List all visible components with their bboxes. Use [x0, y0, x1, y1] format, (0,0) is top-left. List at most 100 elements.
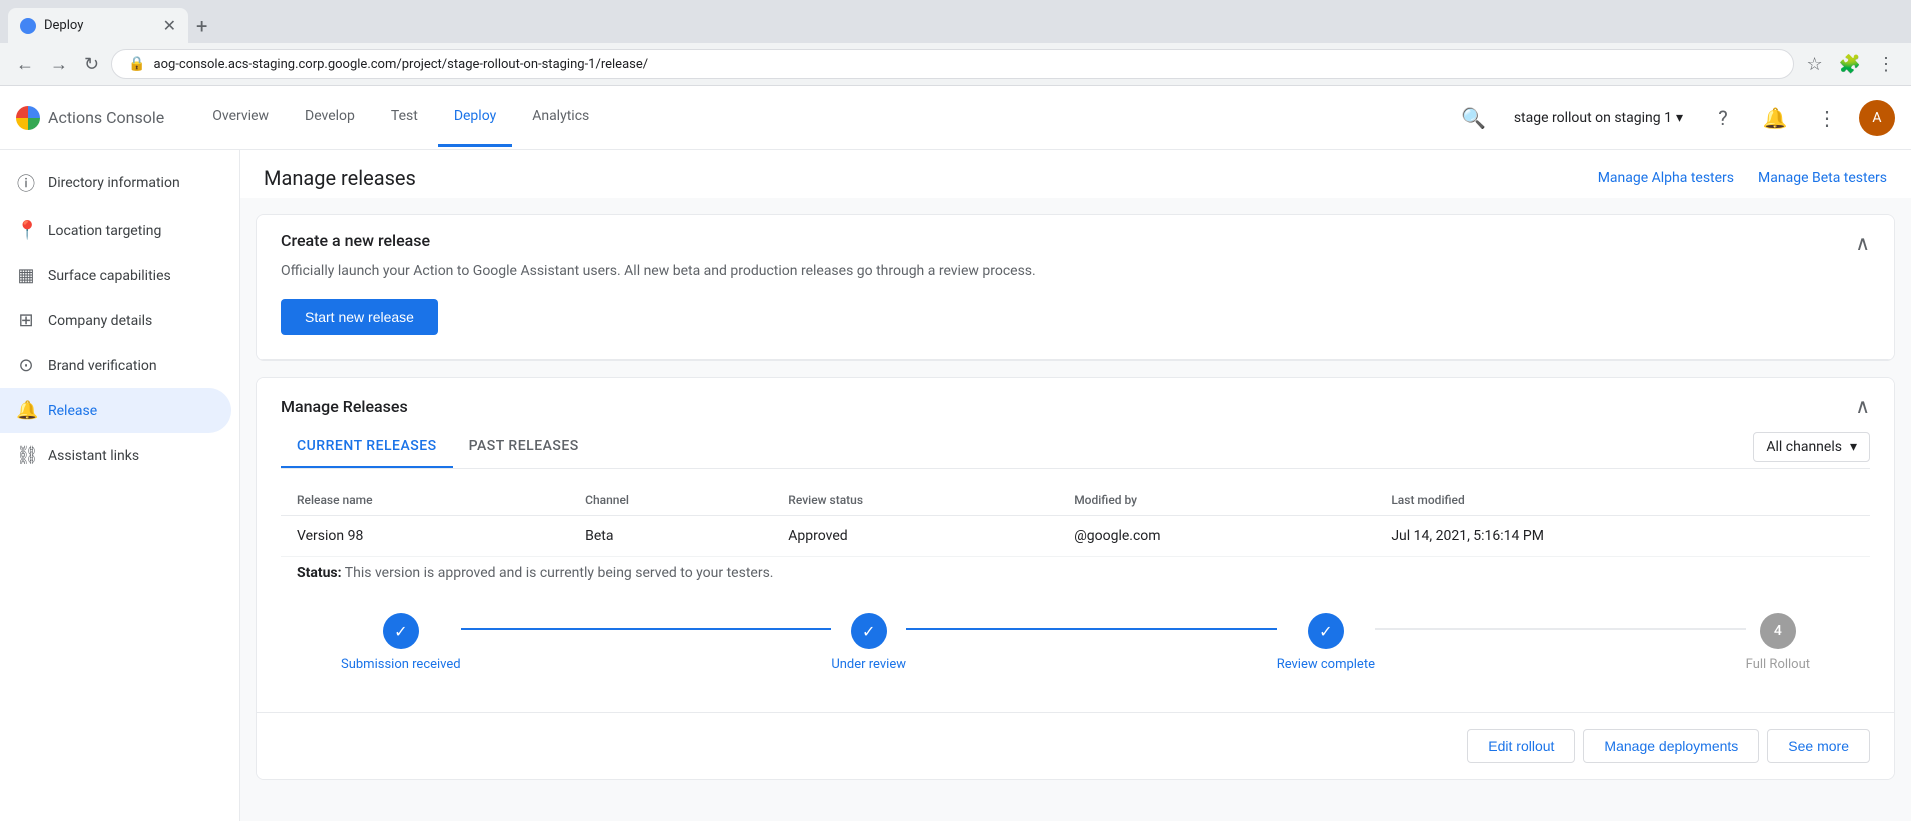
edit-rollout-button[interactable]: Edit rollout: [1467, 729, 1575, 763]
manage-title-row: Manage Releases ∧: [281, 378, 1870, 426]
nav-right: 🔍 stage rollout on staging 1 ▾ ? 🔔 ⋮ A: [1454, 98, 1895, 138]
nav-overview[interactable]: Overview: [196, 88, 285, 147]
create-release-section: Create a new release ∧ Officially launch…: [256, 214, 1895, 361]
sidebar-item-surface-capabilities[interactable]: ▦ Surface capabilities: [0, 253, 231, 298]
cell-modified-by: @google.com: [1058, 516, 1375, 557]
timeline-step-submission: ✓ Submission received: [341, 613, 461, 672]
cell-release-name: Version 98: [281, 516, 569, 557]
cell-channel: Beta: [569, 516, 772, 557]
sidebar-item-directory-information[interactable]: ⓘ Directory information: [0, 158, 231, 208]
step-label-review: Under review: [831, 657, 906, 672]
project-selector[interactable]: stage rollout on staging 1 ▾: [1506, 102, 1691, 134]
top-nav: Actions Console Overview Develop Test De…: [0, 86, 1911, 150]
create-release-collapse-icon[interactable]: ∧: [1855, 231, 1870, 255]
step-label-fullrollout: Full Rollout: [1746, 657, 1810, 672]
new-tab-button[interactable]: +: [188, 10, 215, 42]
tab-bar: Deploy ✕ +: [0, 0, 1911, 43]
manage-alpha-testers-link[interactable]: Manage Alpha testers: [1598, 170, 1734, 186]
tabs-row: CURRENT RELEASES PAST RELEASES All chann…: [281, 426, 1870, 469]
tab-favicon: [20, 18, 36, 34]
page-title: Manage releases: [264, 166, 416, 190]
extension-icon[interactable]: 🧩: [1835, 50, 1865, 79]
create-release-description: Officially launch your Action to Google …: [281, 263, 1870, 279]
create-release-header: Create a new release ∧: [281, 215, 1870, 263]
link-icon: ⛓: [16, 445, 36, 466]
table-row[interactable]: Version 98 Beta Approved @google.com Jul…: [281, 516, 1870, 557]
step-circle-review: ✓: [851, 613, 887, 649]
timeline-line-1: [461, 628, 832, 630]
col-modified-by: Modified by: [1058, 485, 1375, 516]
step-label-submission: Submission received: [341, 657, 461, 672]
sidebar-item-location-targeting[interactable]: 📍 Location targeting: [0, 208, 231, 253]
refresh-button[interactable]: ↻: [80, 50, 103, 79]
main-content: Manage releases Manage Alpha testers Man…: [240, 150, 1911, 821]
status-label: Status:: [297, 565, 342, 581]
url-bar[interactable]: 🔒 aog-console.acs-staging.corp.google.co…: [111, 49, 1794, 79]
menu-icon[interactable]: ⋮: [1873, 50, 1899, 79]
more-options-button[interactable]: ⋮: [1807, 98, 1847, 138]
sidebar-item-company-details[interactable]: ⊞ Company details: [0, 298, 231, 343]
step-check-icon-review: ✓: [862, 622, 875, 641]
back-button[interactable]: ←: [12, 50, 38, 79]
status-row: Status: This version is approved and is …: [281, 557, 1870, 589]
manage-deployments-button[interactable]: Manage deployments: [1583, 729, 1759, 763]
timeline-line-2: [906, 628, 1277, 630]
timeline-line-3: [1375, 628, 1746, 630]
create-release-title: Create a new release: [281, 231, 430, 250]
app-container: Actions Console Overview Develop Test De…: [0, 86, 1911, 821]
tab-close-button[interactable]: ✕: [163, 16, 176, 35]
see-more-button[interactable]: See more: [1767, 729, 1870, 763]
step-circle-complete: ✓: [1308, 613, 1344, 649]
cell-review-status: Approved: [772, 516, 1058, 557]
company-icon: ⊞: [16, 310, 36, 331]
sidebar-item-assistant-links[interactable]: ⛓ Assistant links: [0, 433, 231, 478]
nav-analytics[interactable]: Analytics: [516, 88, 605, 147]
col-review-status: Review status: [772, 485, 1058, 516]
shield-icon: ⊙: [16, 355, 36, 376]
channel-filter-chevron: ▾: [1850, 439, 1857, 455]
channel-filter[interactable]: All channels ▾: [1753, 432, 1870, 462]
manage-releases-collapse-icon[interactable]: ∧: [1855, 394, 1870, 418]
step-number-fullrollout: 4: [1774, 623, 1782, 639]
bookmark-icon[interactable]: ☆: [1802, 50, 1826, 79]
manage-beta-testers-link[interactable]: Manage Beta testers: [1758, 170, 1887, 186]
app-name: Actions Console: [48, 108, 164, 127]
help-button[interactable]: ?: [1703, 98, 1743, 138]
col-last-modified: Last modified: [1375, 485, 1870, 516]
notifications-button[interactable]: 🔔: [1755, 98, 1795, 138]
channel-filter-label: All channels: [1766, 439, 1842, 455]
page-header-links: Manage Alpha testers Manage Beta testers: [1598, 170, 1887, 186]
project-name: stage rollout on staging 1: [1514, 110, 1672, 126]
nav-test[interactable]: Test: [375, 88, 434, 147]
forward-button[interactable]: →: [46, 50, 72, 79]
sidebar-label-brand-verification: Brand verification: [48, 358, 157, 374]
step-check-icon-complete: ✓: [1319, 622, 1332, 641]
browser-tab[interactable]: Deploy ✕: [8, 8, 188, 43]
project-chevron-icon: ▾: [1676, 110, 1683, 126]
timeline-step-review: ✓ Under review: [831, 613, 906, 672]
step-circle-fullrollout: 4: [1760, 613, 1796, 649]
timeline-step-fullrollout: 4 Full Rollout: [1746, 613, 1810, 672]
toolbar-icons: ☆ 🧩 ⋮: [1802, 50, 1899, 79]
tab-past-releases[interactable]: PAST RELEASES: [453, 426, 595, 468]
location-icon: 📍: [16, 220, 36, 241]
col-channel: Channel: [569, 485, 772, 516]
google-logo: [16, 106, 40, 130]
table-header-row: Release name Channel Review status Modif…: [281, 485, 1870, 516]
manage-releases-title: Manage Releases: [281, 397, 408, 416]
action-buttons-row: Edit rollout Manage deployments See more: [257, 712, 1894, 779]
search-button[interactable]: 🔍: [1454, 98, 1494, 138]
step-check-icon-submission: ✓: [394, 622, 407, 641]
sidebar-item-release[interactable]: 🔔 Release: [0, 388, 231, 433]
sidebar-item-brand-verification[interactable]: ⊙ Brand verification: [0, 343, 231, 388]
nav-develop[interactable]: Develop: [289, 88, 371, 147]
nav-deploy[interactable]: Deploy: [438, 88, 512, 147]
sidebar-label-company-details: Company details: [48, 313, 152, 329]
status-text: This version is approved and is currentl…: [345, 565, 774, 581]
avatar[interactable]: A: [1859, 100, 1895, 136]
tab-title: Deploy: [44, 18, 83, 33]
create-release-content: Create a new release ∧ Officially launch…: [257, 215, 1894, 360]
url-text: aog-console.acs-staging.corp.google.com/…: [154, 57, 649, 72]
start-new-release-button[interactable]: Start new release: [281, 299, 438, 335]
tab-current-releases[interactable]: CURRENT RELEASES: [281, 426, 453, 468]
